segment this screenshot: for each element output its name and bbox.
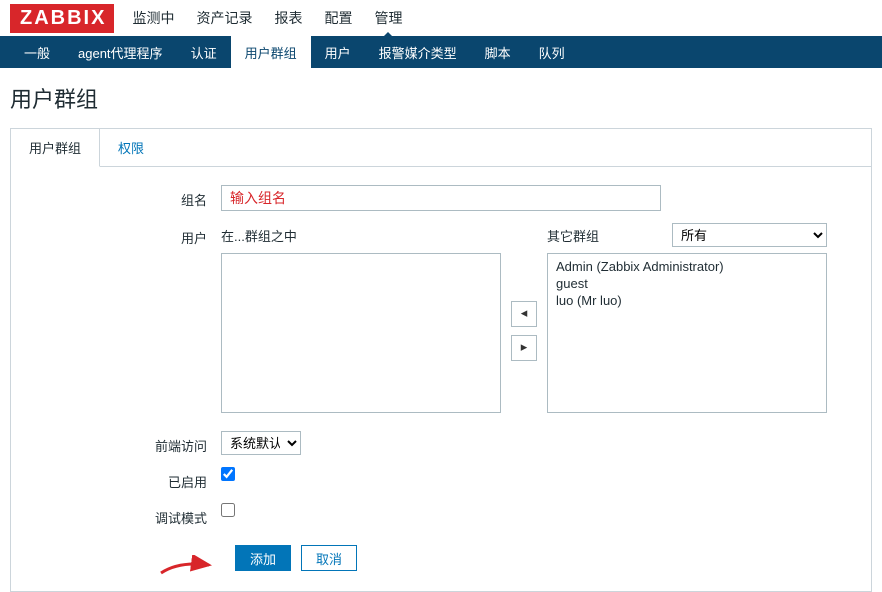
label-group-name: 组名 xyxy=(31,185,221,209)
other-group-listbox[interactable]: Admin (Zabbix Administrator)guestluo (Mr… xyxy=(547,253,827,413)
label-debug: 调试模式 xyxy=(31,503,221,527)
logo[interactable]: ZABBIX xyxy=(10,4,114,33)
list-item[interactable]: Admin (Zabbix Administrator) xyxy=(554,258,820,275)
debug-checkbox[interactable] xyxy=(221,503,235,517)
list-item[interactable]: guest xyxy=(554,275,820,292)
label-users: 用户 xyxy=(31,223,221,247)
other-group-header: 其它群组 所有 xyxy=(547,223,827,247)
tab-user-group[interactable]: 用户群组 xyxy=(11,129,100,167)
in-group-label: 在...群组之中 xyxy=(221,226,297,245)
list-item[interactable]: luo (Mr luo) xyxy=(554,292,820,309)
group-name-input[interactable] xyxy=(221,185,661,211)
frontend-access-select[interactable]: 系统默认 xyxy=(221,431,301,455)
sub-nav: 一般 agent代理程序 认证 用户群组 用户 报警媒介类型 脚本 队列 xyxy=(0,36,882,68)
in-group-column: 在...群组之中 xyxy=(221,223,501,413)
top-nav: ZABBIX 监测中 资产记录 报表 配置 管理 xyxy=(0,0,882,36)
other-group-select[interactable]: 所有 xyxy=(672,223,827,247)
tab-row: 用户群组 权限 xyxy=(11,129,871,167)
subnav-item-users[interactable]: 用户 xyxy=(311,36,365,68)
users-dual-list: 在...群组之中 ◂ ▸ 其它群组 所有 xyxy=(221,223,827,413)
topnav-item-configuration[interactable]: 配置 xyxy=(320,0,356,36)
mover-column: ◂ ▸ xyxy=(501,249,547,413)
label-frontend-access: 前端访问 xyxy=(31,431,221,455)
add-button[interactable]: 添加 xyxy=(235,545,291,571)
content-box: 用户群组 权限 组名 用户 在...群组之中 ◂ xyxy=(10,128,872,592)
topnav-item-reports[interactable]: 报表 xyxy=(270,0,306,36)
other-group-label: 其它群组 xyxy=(547,226,599,245)
row-group-name: 组名 xyxy=(31,185,851,211)
subnav-item-scripts[interactable]: 脚本 xyxy=(471,36,525,68)
move-left-button[interactable]: ◂ xyxy=(511,301,537,327)
page-title: 用户群组 xyxy=(0,68,882,128)
action-row: 添加 取消 xyxy=(31,545,851,571)
subnav-item-authentication[interactable]: 认证 xyxy=(177,36,231,68)
cancel-button[interactable]: 取消 xyxy=(301,545,357,571)
in-group-header: 在...群组之中 xyxy=(221,223,501,247)
tab-permissions[interactable]: 权限 xyxy=(100,129,163,166)
row-enabled: 已启用 xyxy=(31,467,851,491)
row-frontend-access: 前端访问 系统默认 xyxy=(31,431,851,455)
label-enabled: 已启用 xyxy=(31,467,221,491)
subnav-item-proxies[interactable]: agent代理程序 xyxy=(64,36,177,68)
subnav-item-user-groups[interactable]: 用户群组 xyxy=(231,36,311,68)
row-debug: 调试模式 xyxy=(31,503,851,527)
other-group-column: 其它群组 所有 Admin (Zabbix Administrator)gues… xyxy=(547,223,827,413)
in-group-listbox[interactable] xyxy=(221,253,501,413)
subnav-item-general[interactable]: 一般 xyxy=(10,36,64,68)
topnav-item-monitoring[interactable]: 监测中 xyxy=(128,0,178,36)
row-users: 用户 在...群组之中 ◂ ▸ 其它群组 xyxy=(31,223,851,413)
subnav-item-queue[interactable]: 队列 xyxy=(525,36,579,68)
move-right-button[interactable]: ▸ xyxy=(511,335,537,361)
topnav-item-inventory[interactable]: 资产记录 xyxy=(192,0,256,36)
topnav-item-administration[interactable]: 管理 xyxy=(370,0,406,36)
enabled-checkbox[interactable] xyxy=(221,467,235,481)
form-area: 组名 用户 在...群组之中 ◂ ▸ xyxy=(11,167,871,591)
